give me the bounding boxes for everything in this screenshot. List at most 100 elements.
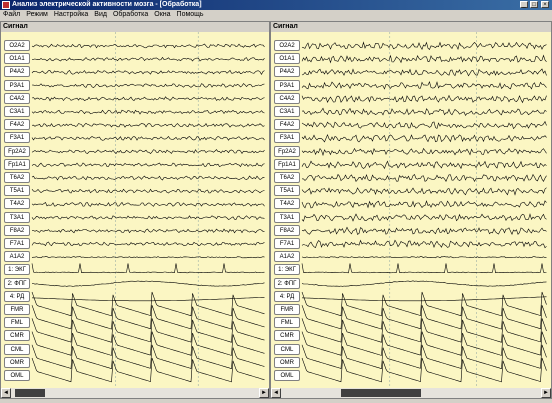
- horizontal-scrollbar[interactable]: ◄ ►: [271, 388, 551, 398]
- channel-label[interactable]: T5A1: [274, 185, 300, 197]
- signal-trace: [31, 69, 265, 76]
- signal-trace: [31, 357, 265, 383]
- channel-label[interactable]: OML: [274, 370, 300, 381]
- scroll-left-button[interactable]: ◄: [271, 388, 281, 398]
- signal-trace: [301, 120, 547, 130]
- signal-trace: [301, 81, 547, 90]
- signal-trace: [301, 200, 547, 209]
- menu-mode[interactable]: Режим: [23, 10, 51, 20]
- channel-label[interactable]: P3A1: [4, 79, 30, 91]
- channel-label[interactable]: P4A2: [274, 66, 300, 78]
- signal-trace: [301, 41, 547, 51]
- channel-label[interactable]: P3A1: [274, 79, 300, 91]
- channel-label[interactable]: T3A1: [4, 211, 30, 223]
- channel-label[interactable]: FMR: [274, 304, 300, 315]
- channel-label[interactable]: T6A2: [4, 172, 30, 183]
- channel-label[interactable]: T3A1: [274, 211, 300, 223]
- channel-label[interactable]: OMR: [4, 356, 30, 368]
- panel-title: Сигнал: [271, 22, 551, 32]
- maximize-button[interactable]: □: [530, 1, 538, 8]
- channel-label[interactable]: 2: ФПГ: [274, 277, 300, 289]
- window-title: Анализ электрической активности мозга - …: [12, 1, 202, 8]
- channel-label[interactable]: T4A2: [274, 198, 300, 210]
- channel-label[interactable]: T6A2: [274, 172, 300, 183]
- signal-trace: [31, 344, 265, 369]
- signal-trace: [31, 96, 265, 102]
- channel-label[interactable]: C3A1: [4, 106, 30, 117]
- menu-bar: Файл Режим Настройка Вид Обработка Окна Помощь: [0, 10, 552, 20]
- channel-label[interactable]: T5A1: [4, 185, 30, 197]
- signal-panel-right: Сигнал O2A2 O1A1 P4A2 P3A1 C4A2 C3A1 F4A2 F3A1 F…: [270, 21, 552, 399]
- channel-label[interactable]: P4A2: [4, 66, 30, 78]
- signal-area-right[interactable]: O2A2 O1A1 P4A2 P3A1 C4A2 C3A1 F4A2 F3A1 Fp2A2 Fp1…: [271, 32, 551, 388]
- signal-trace: [31, 122, 265, 128]
- scroll-left-button[interactable]: ◄: [1, 388, 11, 398]
- scroll-right-button[interactable]: ►: [259, 388, 269, 398]
- channel-label[interactable]: OML: [4, 370, 30, 381]
- channel-label[interactable]: FML: [274, 317, 300, 329]
- menu-settings[interactable]: Настройка: [51, 10, 91, 20]
- channel-label[interactable]: O1A1: [4, 53, 30, 65]
- channel-label[interactable]: F7A1: [274, 238, 300, 249]
- signal-trace: [31, 162, 265, 168]
- signal-trace: [31, 331, 265, 356]
- signal-trace: [31, 201, 265, 207]
- channel-label[interactable]: Fp2A2: [274, 145, 300, 157]
- scroll-thumb[interactable]: [15, 389, 45, 397]
- scroll-right-button[interactable]: ►: [541, 388, 551, 398]
- channel-label[interactable]: C4A2: [4, 92, 30, 104]
- menu-view[interactable]: Вид: [91, 10, 110, 20]
- signal-area-left[interactable]: O2A2 O1A1 P4A2 P3A1 C4A2 C3A1 F4A2 F3A1 Fp2A2 Fp1…: [1, 32, 269, 388]
- channel-label[interactable]: CMR: [4, 330, 30, 342]
- channel-label[interactable]: F8A2: [4, 224, 30, 236]
- channel-label[interactable]: A1A2: [4, 251, 30, 263]
- minimize-button[interactable]: _: [520, 1, 528, 8]
- channel-label[interactable]: CML: [4, 343, 30, 355]
- channel-label[interactable]: 1: ЭКГ: [274, 264, 300, 276]
- channel-label[interactable]: F3A1: [4, 132, 30, 144]
- channel-label[interactable]: 4: РД: [4, 290, 30, 302]
- signal-trace: [31, 83, 265, 88]
- channel-label[interactable]: Fp1A1: [274, 158, 300, 170]
- signal-trace: [301, 280, 547, 287]
- channel-label[interactable]: O2A2: [4, 40, 30, 51]
- signal-trace: [301, 68, 547, 77]
- channel-label[interactable]: T4A2: [4, 198, 30, 210]
- channel-label[interactable]: C4A2: [274, 92, 300, 104]
- signal-panel-left: Сигнал O2A2 O1A1 P4A2 P3A1 C4A2 C3A1 F4A2 F3A1 F…: [0, 21, 270, 399]
- signal-trace: [31, 297, 265, 302]
- channel-label[interactable]: O1A1: [274, 53, 300, 65]
- channel-label[interactable]: Fp2A2: [4, 145, 30, 157]
- scroll-thumb[interactable]: [341, 389, 421, 397]
- signal-trace: [31, 241, 265, 247]
- channel-label[interactable]: OMR: [274, 356, 300, 368]
- channel-label[interactable]: Fp1A1: [4, 158, 30, 170]
- close-button[interactable]: ×: [541, 1, 549, 8]
- menu-windows[interactable]: Окна: [151, 10, 173, 20]
- channel-label[interactable]: FMR: [4, 304, 30, 315]
- signal-trace: [31, 280, 265, 287]
- signal-trace: [301, 160, 547, 170]
- channel-label[interactable]: A1A2: [274, 251, 300, 263]
- menu-help[interactable]: Помощь: [174, 10, 207, 20]
- channel-label[interactable]: C3A1: [274, 106, 300, 117]
- channel-label[interactable]: F4A2: [4, 119, 30, 131]
- channel-label[interactable]: F3A1: [274, 132, 300, 144]
- channel-label[interactable]: CML: [274, 343, 300, 355]
- menu-processing[interactable]: Обработка: [110, 10, 151, 20]
- channel-label[interactable]: FML: [4, 317, 30, 329]
- channel-label[interactable]: F7A1: [4, 238, 30, 249]
- horizontal-scrollbar[interactable]: ◄ ►: [1, 388, 269, 398]
- channel-label[interactable]: 2: ФПГ: [4, 277, 30, 289]
- signal-trace: [31, 305, 265, 330]
- signal-trace: [301, 94, 547, 104]
- channel-label[interactable]: F4A2: [274, 119, 300, 131]
- channel-label[interactable]: CMR: [274, 330, 300, 342]
- channel-label[interactable]: 4: РД: [274, 290, 300, 302]
- signal-trace: [301, 263, 547, 274]
- signal-trace: [301, 357, 547, 383]
- channel-label[interactable]: O2A2: [274, 40, 300, 51]
- menu-file[interactable]: Файл: [0, 10, 23, 20]
- channel-label[interactable]: 1: ЭКГ: [4, 264, 30, 276]
- channel-label[interactable]: F8A2: [274, 224, 300, 236]
